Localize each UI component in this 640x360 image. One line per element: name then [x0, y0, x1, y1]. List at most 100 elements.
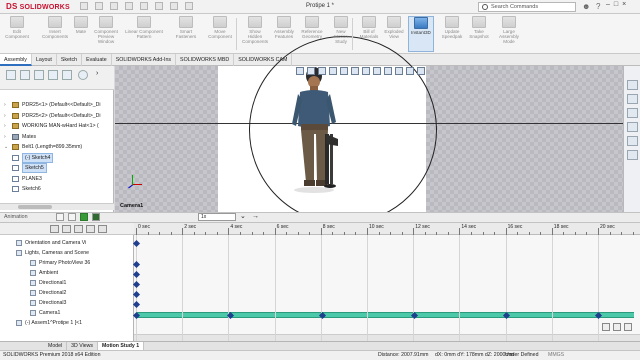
ribbon-button[interactable]: New Motion Study	[329, 16, 353, 52]
display-manager-icon[interactable]	[62, 70, 72, 80]
user-icon[interactable]: ☻	[582, 2, 590, 11]
filter-selected-icon[interactable]	[74, 225, 83, 233]
tab-layout[interactable]: Layout	[32, 54, 57, 66]
edit-appearance-icon[interactable]	[384, 67, 392, 75]
ribbon-button[interactable]: Instant3D	[408, 16, 434, 52]
motion-tree-item[interactable]: (-) Assem1^Protipe 1 [<1	[0, 318, 134, 328]
motion-tree-item[interactable]: Directional1	[0, 278, 134, 288]
close-icon[interactable]: ×	[622, 1, 626, 8]
working-man-model[interactable]	[270, 64, 360, 214]
play-icon[interactable]	[80, 213, 88, 221]
zoom-in-icon[interactable]	[602, 323, 610, 331]
maximize-icon[interactable]: □	[614, 1, 618, 8]
configuration-manager-icon[interactable]	[34, 70, 44, 80]
tab-evaluate[interactable]: Evaluate	[82, 54, 112, 66]
tab-solidworks-add-ins[interactable]: SOLIDWORKS Add-Ins	[112, 54, 177, 66]
feature-tree-icon[interactable]	[6, 70, 16, 80]
view-settings-icon[interactable]	[406, 67, 414, 75]
view-palette-icon[interactable]	[627, 122, 638, 132]
playback-speed-select[interactable]: 1x	[198, 213, 236, 221]
chevron-down-icon[interactable]: ⌄	[240, 213, 248, 221]
hide-show-items-icon[interactable]	[373, 67, 381, 75]
stop-icon[interactable]	[92, 213, 100, 221]
ribbon-button[interactable]: Take Snapshot	[466, 16, 492, 52]
tab-assembly[interactable]: Assembly	[0, 54, 32, 66]
zoom-to-area-icon[interactable]	[307, 67, 315, 75]
ribbon-button[interactable]: Linear Component Pattern	[122, 16, 166, 52]
ribbon-button[interactable]: Mate	[72, 16, 90, 52]
display-monitor-icon[interactable]	[417, 67, 425, 75]
property-manager-icon[interactable]	[20, 70, 30, 80]
apply-scene-icon[interactable]	[395, 67, 403, 75]
ribbon-button[interactable]: Edit Component	[4, 16, 30, 52]
expand-icon[interactable]: ›	[4, 132, 6, 142]
motion-tree-item[interactable]: Lights, Cameras and Scene	[0, 248, 134, 258]
motion-tree-item[interactable]: Primary PhotoView 36	[0, 258, 134, 268]
motion-tree-item[interactable]: Camera1	[0, 308, 134, 318]
tree-item[interactable]: Sketch5	[0, 163, 114, 173]
dimxpert-icon[interactable]	[48, 70, 58, 80]
previous-view-icon[interactable]	[318, 67, 326, 75]
tree-item[interactable]: Sketch6	[0, 184, 114, 194]
appearances-icon[interactable]	[627, 136, 638, 146]
dynamic-annotation-icon[interactable]	[340, 67, 348, 75]
solidworks-resources-icon[interactable]	[627, 80, 638, 90]
timeline-scrollbar[interactable]	[134, 334, 640, 341]
expand-icon[interactable]: ›	[4, 121, 6, 131]
chevron-right-icon[interactable]: ›	[96, 70, 102, 80]
ribbon-button[interactable]: Move Component	[204, 16, 236, 52]
status-units[interactable]: MMGS	[548, 350, 564, 360]
playback-mode-icon[interactable]: →	[252, 213, 260, 221]
display-style-icon[interactable]	[362, 67, 370, 75]
calculate-icon[interactable]	[56, 213, 64, 221]
ribbon-button[interactable]: Update Speedpak	[440, 16, 464, 52]
tree-item[interactable]: (-) Sketch4	[0, 152, 114, 163]
ribbon-button[interactable]: Show Hidden Components	[242, 16, 268, 52]
play-from-start-icon[interactable]	[68, 213, 76, 221]
filter-driving-icon[interactable]	[62, 225, 71, 233]
ribbon-button[interactable]: Exploded View	[383, 16, 405, 52]
tab-solidworks-mbd[interactable]: SOLIDWORKS MBD	[176, 54, 235, 66]
view-orientation-icon[interactable]	[351, 67, 359, 75]
motion-tree-item[interactable]: Directional2	[0, 288, 134, 298]
tree-item[interactable]: ⌄ Belt1 (Length=899.35mm)	[0, 142, 114, 152]
file-explorer-icon[interactable]	[627, 108, 638, 118]
zoom-to-fit-timeline-icon[interactable]	[624, 323, 632, 331]
minimize-icon[interactable]: –	[606, 1, 610, 8]
animation-type-label[interactable]: Animation	[4, 214, 28, 220]
animation-wizard-icon[interactable]	[86, 225, 95, 233]
expand-icon[interactable]: ›	[4, 100, 6, 110]
cam-icon[interactable]	[78, 70, 88, 80]
autokey-icon[interactable]	[98, 225, 107, 233]
filter-animated-icon[interactable]	[50, 225, 59, 233]
search-commands-input[interactable]: Search Commands	[478, 2, 576, 12]
motion-tree-item[interactable]: Directional3	[0, 298, 134, 308]
motion-tree-item[interactable]: Orientation and Camera Vi	[0, 238, 134, 248]
ribbon-button-label: Linear Component Pattern	[125, 29, 163, 39]
expand-icon[interactable]: ›	[4, 111, 6, 121]
section-view-icon[interactable]	[329, 67, 337, 75]
tree-item[interactable]: › WORKING MAN-wHard Hat<1> (	[0, 121, 114, 131]
zoom-to-fit-icon[interactable]	[296, 67, 304, 75]
zoom-out-icon[interactable]	[613, 323, 621, 331]
tree-item[interactable]: › Mates	[0, 132, 114, 142]
tree-item[interactable]: PLANE3	[0, 174, 114, 184]
ribbon-button[interactable]: Assembly Features	[272, 16, 296, 52]
tree-item[interactable]: › PDR25<1> (Default<<Default>_Di	[0, 100, 114, 110]
ribbon-button[interactable]: Component Preview Window	[92, 16, 120, 52]
custom-properties-icon[interactable]	[627, 150, 638, 160]
tab-sketch[interactable]: Sketch	[57, 54, 83, 66]
ribbon-button[interactable]: Large Assembly Mode	[496, 16, 522, 52]
component-motion-bar[interactable]	[136, 312, 634, 318]
motion-tree-item[interactable]: Ambient	[0, 268, 134, 278]
help-icon[interactable]: ?	[596, 2, 600, 11]
design-library-icon[interactable]	[627, 94, 638, 104]
ribbon-button[interactable]: Bill of Materials	[356, 16, 382, 52]
feature-tree-scroll-thumb[interactable]	[18, 205, 52, 209]
ribbon-button[interactable]: Insert Components	[40, 16, 70, 52]
ribbon-button[interactable]: Smart Fasteners	[172, 16, 200, 52]
expand-icon[interactable]: ⌄	[4, 142, 8, 152]
tree-item[interactable]: › PDR25<2> (Default<<Default>_Di	[0, 111, 114, 121]
ribbon-button[interactable]: Reference Geometry	[298, 16, 326, 52]
timeline-area[interactable]	[134, 223, 640, 341]
